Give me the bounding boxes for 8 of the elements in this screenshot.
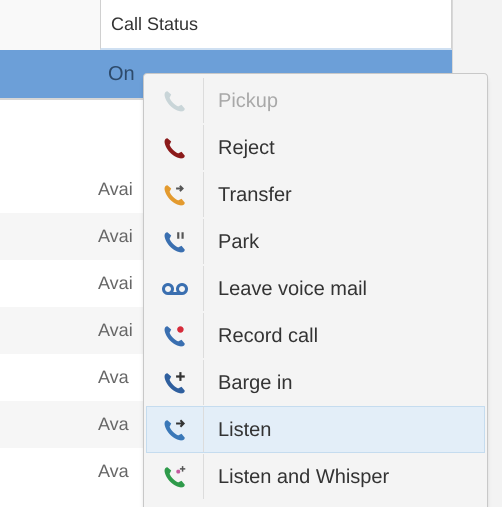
table-cell-text: Ava (98, 460, 129, 483)
table-cell-text: Avai (98, 178, 133, 201)
table-cell-text: On (107, 62, 135, 87)
table-cell-text: Avai (98, 272, 133, 295)
table-cell-text: Avai (98, 225, 133, 248)
table-cell-text: Ava (98, 413, 129, 436)
table-cell-text: Ava (98, 366, 129, 389)
table-cell-text: Avai (98, 319, 133, 342)
